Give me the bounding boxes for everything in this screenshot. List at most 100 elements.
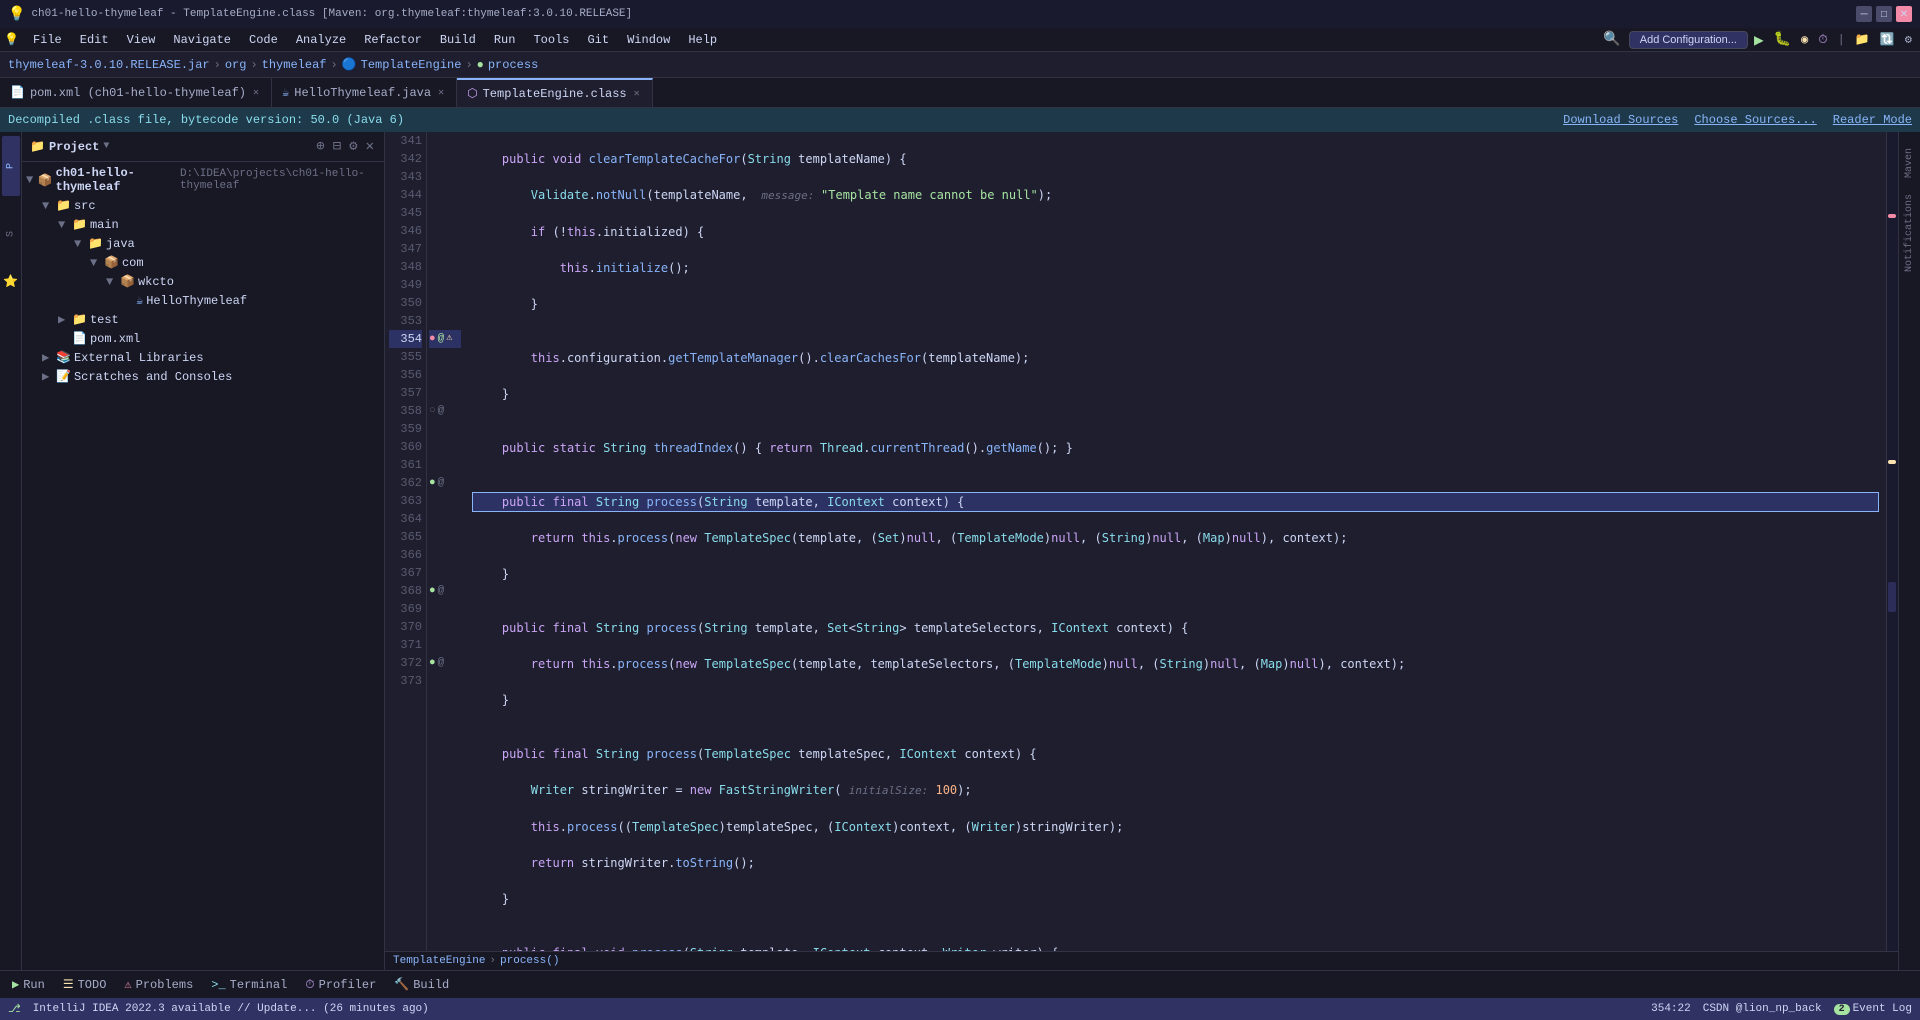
tab-templateengine-class[interactable]: ⬡ TemplateEngine.class ✕ xyxy=(457,78,653,107)
tree-item-wkcto[interactable]: ▼ 📦 wkcto xyxy=(22,272,384,291)
nav-templateengine[interactable]: TemplateEngine xyxy=(361,58,462,72)
coverage-toolbar-button[interactable]: ◉ xyxy=(1797,32,1812,47)
tree-item-java[interactable]: ▼ 📁 java xyxy=(22,234,384,253)
tree-item-test[interactable]: ▶ 📁 test xyxy=(22,310,384,329)
status-info[interactable]: IntelliJ IDEA 2022.3 available // Update… xyxy=(33,1003,429,1015)
java-arrow-icon: ▼ xyxy=(74,237,88,251)
git-branch-icon: ⎇ xyxy=(8,1002,21,1016)
ann-icon-358: @ xyxy=(438,402,445,420)
menu-code[interactable]: Code xyxy=(241,31,286,49)
breadcrumb-method[interactable]: process() xyxy=(500,955,559,967)
folder-icon: 📁 xyxy=(56,198,71,213)
nav-jar[interactable]: thymeleaf-3.0.10.RELEASE.jar xyxy=(8,58,210,72)
tree-item-src[interactable]: ▼ 📁 src xyxy=(22,196,384,215)
debug-toolbar-button[interactable]: 🐛 xyxy=(1770,31,1795,48)
maven-panel-toggle[interactable]: Maven xyxy=(1902,140,1917,186)
commit-icon[interactable]: 📁 xyxy=(1851,32,1874,47)
tree-main-label: main xyxy=(90,218,119,232)
left-panel-strip: P S ⭐ xyxy=(0,132,22,970)
status-bar: ⎇ IntelliJ IDEA 2022.3 available // Upda… xyxy=(0,998,1920,1020)
structure-panel-toggle[interactable]: S xyxy=(2,204,20,264)
menu-help[interactable]: Help xyxy=(680,31,725,49)
terminal-tab[interactable]: >_ Terminal xyxy=(203,976,295,994)
menu-analyze[interactable]: Analyze xyxy=(288,31,354,49)
menu-edit[interactable]: Edit xyxy=(72,31,117,49)
tree-item-pomxml[interactable]: ▶ 📄 pom.xml xyxy=(22,329,384,348)
maximize-button[interactable]: □ xyxy=(1876,6,1892,22)
menu-bar: 💡 File Edit View Navigate Code Analyze R… xyxy=(0,28,1920,52)
tree-item-com[interactable]: ▼ 📦 com xyxy=(22,253,384,272)
todo-tab[interactable]: ☰ TODO xyxy=(55,975,115,994)
run-tab[interactable]: ▶ Run xyxy=(4,975,53,994)
update-icon[interactable]: 🔃 xyxy=(1876,32,1899,47)
menu-file[interactable]: File xyxy=(25,31,70,49)
build-tab[interactable]: 🔨 Build xyxy=(386,975,457,994)
code-text[interactable]: public void clearTemplateCacheFor(String… xyxy=(465,132,1886,951)
scratches-icon: 📝 xyxy=(56,369,71,384)
breadcrumb-sep: › xyxy=(489,955,496,967)
tab-pom-xml[interactable]: 📄 pom.xml (ch01-hello-thymeleaf) ✕ xyxy=(0,78,272,107)
add-configuration-button[interactable]: Add Configuration... xyxy=(1629,31,1748,49)
breadcrumb-class[interactable]: TemplateEngine xyxy=(393,955,485,967)
profile-toolbar-button[interactable]: ⏱ xyxy=(1814,33,1831,47)
sidebar-dropdown-icon[interactable]: ▼ xyxy=(103,141,109,152)
event-log-label[interactable]: Event Log xyxy=(1853,1003,1912,1015)
menu-window[interactable]: Window xyxy=(619,31,678,49)
tree-item-external-libs[interactable]: ▶ 📚 External Libraries xyxy=(22,348,384,367)
download-sources-link[interactable]: Download Sources xyxy=(1563,113,1678,127)
bottom-tabs: ▶ Run ☰ TODO ⚠ Problems >_ Terminal ⏱ Pr… xyxy=(0,970,1920,998)
menu-tools[interactable]: Tools xyxy=(525,31,577,49)
tab-hello-close[interactable]: ✕ xyxy=(436,86,446,100)
status-left: ⎇ IntelliJ IDEA 2022.3 available // Upda… xyxy=(8,1002,429,1016)
menu-git[interactable]: Git xyxy=(579,31,617,49)
ann-icon-372: @ xyxy=(438,654,445,672)
nav-org[interactable]: org xyxy=(225,58,247,72)
scope-icon[interactable]: ⊕ xyxy=(314,136,326,157)
code-content[interactable]: 341 342 343 344 345 346 347 348 349 350 … xyxy=(385,132,1898,951)
run-toolbar-button[interactable]: ▶ xyxy=(1750,30,1768,50)
tab-templateengine-close[interactable]: ✕ xyxy=(632,87,642,101)
reader-mode-link[interactable]: Reader Mode xyxy=(1833,113,1912,127)
cursor-position[interactable]: 354:22 xyxy=(1651,1003,1691,1015)
search-everywhere-icon[interactable]: 🔍 xyxy=(1597,29,1626,50)
menu-view[interactable]: View xyxy=(119,31,164,49)
menu-build[interactable]: Build xyxy=(432,31,484,49)
tab-hello-java[interactable]: ☕ HelloThymeleaf.java ✕ xyxy=(272,78,457,107)
nav-thymeleaf[interactable]: thymeleaf xyxy=(262,58,327,72)
tree-test-label: test xyxy=(90,313,119,327)
tree-item-main[interactable]: ▼ 📁 main xyxy=(22,215,384,234)
tree-hellothymeleaf-label: HelloThymeleaf xyxy=(146,294,247,308)
more-options-icon[interactable]: ⚙ xyxy=(347,136,359,157)
tree-item-root[interactable]: ▼ 📦 ch01-hello-thymeleaf D:\IDEA\project… xyxy=(22,164,384,196)
src-arrow-icon: ▼ xyxy=(42,199,56,213)
project-panel-toggle[interactable]: P xyxy=(2,136,20,196)
menu-run[interactable]: Run xyxy=(486,31,524,49)
folder-java-icon: 📁 xyxy=(88,236,103,251)
settings-icon[interactable]: ⚙ xyxy=(1901,32,1916,47)
tab-pom-label: pom.xml (ch01-hello-thymeleaf) xyxy=(30,86,246,100)
favorites-panel-toggle[interactable]: ⭐ xyxy=(2,272,20,290)
profiler-tab[interactable]: ⏱ Profiler xyxy=(297,976,384,994)
close-sidebar-icon[interactable]: ✕ xyxy=(364,136,376,157)
notifications-panel-toggle[interactable]: Notifications xyxy=(1902,186,1917,280)
problems-tab[interactable]: ⚠ Problems xyxy=(116,975,201,994)
choose-sources-link[interactable]: Choose Sources... xyxy=(1694,113,1816,127)
minimize-button[interactable]: ─ xyxy=(1856,6,1872,22)
nav-class-icon: 🔵 xyxy=(342,57,357,72)
code-line-356: } xyxy=(473,565,1878,583)
tree-item-hellothymeleaf[interactable]: ▶ ☕ HelloThymeleaf xyxy=(22,291,384,310)
breakpoint-icon[interactable]: ● xyxy=(429,330,436,348)
menu-refactor[interactable]: Refactor xyxy=(356,31,430,49)
collapse-all-icon[interactable]: ⊟ xyxy=(331,136,343,157)
viewport-indicator[interactable] xyxy=(1888,582,1896,612)
menu-navigate[interactable]: Navigate xyxy=(165,31,239,49)
project-view-icon: 📁 xyxy=(30,139,45,154)
close-button[interactable]: ✕ xyxy=(1896,6,1912,22)
tab-pom-close[interactable]: ✕ xyxy=(251,86,261,100)
nav-process[interactable]: process xyxy=(488,58,538,72)
decompiled-bar: Decompiled .class file, bytecode version… xyxy=(0,108,1920,132)
code-line-366: } xyxy=(473,890,1878,908)
csdn-status[interactable]: CSDN @lion_np_back xyxy=(1703,1003,1822,1015)
tree-wkcto-label: wkcto xyxy=(138,275,174,289)
tree-item-scratches[interactable]: ▶ 📝 Scratches and Consoles xyxy=(22,367,384,386)
